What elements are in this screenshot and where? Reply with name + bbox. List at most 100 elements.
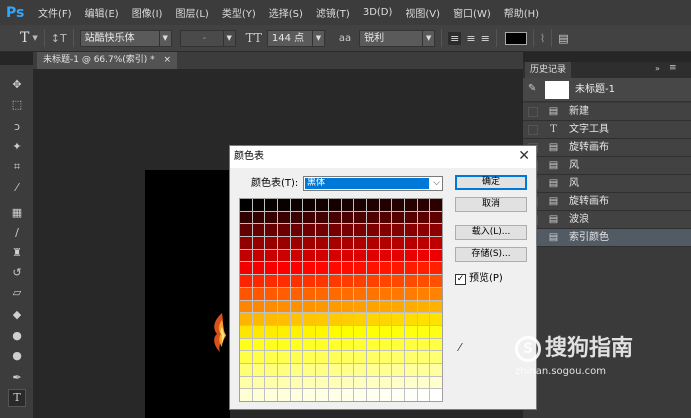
color-swatch[interactable]	[341, 211, 354, 224]
color-swatch[interactable]	[404, 199, 417, 211]
color-swatch[interactable]	[240, 237, 252, 249]
color-swatch[interactable]	[265, 211, 278, 224]
history-item[interactable]: ▤ 旋转画布	[523, 193, 691, 211]
color-swatch[interactable]	[430, 211, 442, 224]
color-swatch[interactable]	[278, 199, 290, 211]
color-swatch[interactable]	[316, 275, 328, 287]
color-swatch[interactable]	[430, 313, 442, 325]
color-swatch[interactable]	[417, 313, 430, 325]
load-button[interactable]: 载入(L)...	[455, 225, 527, 240]
color-swatch[interactable]	[328, 376, 341, 389]
color-swatch[interactable]	[278, 389, 290, 401]
color-swatch[interactable]	[366, 351, 379, 363]
color-swatch[interactable]	[392, 287, 404, 300]
color-swatch[interactable]	[240, 275, 252, 287]
color-swatch[interactable]	[316, 199, 328, 211]
color-swatch[interactable]	[430, 224, 442, 237]
history-item[interactable]: ▤ 波浪	[523, 211, 691, 229]
menu-help[interactable]: 帮助(H)	[504, 5, 539, 20]
history-item[interactable]: ▤ 新建	[523, 103, 691, 121]
color-swatch[interactable]	[290, 211, 303, 224]
color-swatch[interactable]	[341, 262, 354, 275]
menu-layer[interactable]: 图层(L)	[175, 5, 208, 20]
color-swatch[interactable]	[328, 300, 341, 313]
color-swatch[interactable]	[392, 325, 404, 338]
color-swatch[interactable]	[392, 237, 404, 249]
color-swatch[interactable]	[417, 325, 430, 338]
color-swatch[interactable]	[303, 287, 316, 300]
color-swatch[interactable]	[354, 262, 366, 275]
color-swatch[interactable]	[430, 249, 442, 262]
color-swatch[interactable]	[404, 262, 417, 275]
color-swatch[interactable]	[278, 338, 290, 351]
color-swatch[interactable]	[404, 351, 417, 363]
align-right-icon[interactable]: ≡	[481, 32, 490, 45]
color-swatch[interactable]	[328, 262, 341, 275]
color-swatch[interactable]	[366, 363, 379, 376]
history-item[interactable]: ▤ 风	[523, 175, 691, 193]
color-swatch[interactable]	[341, 237, 354, 249]
color-swatch[interactable]	[252, 237, 265, 249]
color-swatch[interactable]	[392, 249, 404, 262]
color-swatch[interactable]	[417, 287, 430, 300]
color-swatch[interactable]	[240, 338, 252, 351]
color-swatch[interactable]	[278, 313, 290, 325]
color-swatch[interactable]	[379, 287, 392, 300]
color-swatch[interactable]	[252, 287, 265, 300]
color-swatch[interactable]	[316, 325, 328, 338]
color-swatch[interactable]	[278, 237, 290, 249]
color-swatch[interactable]	[265, 275, 278, 287]
color-swatch[interactable]	[265, 199, 278, 211]
color-swatch[interactable]	[366, 249, 379, 262]
type-tool-icon[interactable]: T	[20, 30, 29, 46]
color-swatch[interactable]	[303, 224, 316, 237]
color-swatch[interactable]	[240, 224, 252, 237]
type-tool-icon[interactable]: T	[8, 389, 26, 407]
color-swatch[interactable]	[392, 313, 404, 325]
color-swatch[interactable]	[392, 338, 404, 351]
color-swatch[interactable]	[430, 300, 442, 313]
color-swatch[interactable]	[303, 211, 316, 224]
ok-button[interactable]: 确定	[455, 175, 527, 190]
brush-source-icon[interactable]: ✎	[528, 83, 536, 94]
marquee-tool-icon[interactable]: ⬚	[9, 97, 25, 113]
color-swatch[interactable]	[328, 211, 341, 224]
paint-bucket-icon[interactable]: ◆	[9, 307, 25, 323]
color-swatch[interactable]	[366, 211, 379, 224]
color-swatch[interactable]	[392, 389, 404, 401]
font-style-select[interactable]: - ▼	[179, 29, 236, 47]
color-swatch[interactable]	[240, 249, 252, 262]
color-swatch[interactable]	[404, 300, 417, 313]
color-swatch[interactable]	[252, 300, 265, 313]
color-swatch[interactable]	[366, 300, 379, 313]
color-swatch[interactable]	[354, 338, 366, 351]
color-swatch[interactable]	[278, 287, 290, 300]
panels-icon[interactable]: ▤	[558, 32, 568, 45]
color-swatch[interactable]	[404, 325, 417, 338]
color-swatch[interactable]	[290, 389, 303, 401]
color-swatch[interactable]	[417, 262, 430, 275]
color-swatch[interactable]	[379, 313, 392, 325]
color-swatch[interactable]	[265, 363, 278, 376]
color-swatch[interactable]	[240, 262, 252, 275]
color-swatch[interactable]	[316, 211, 328, 224]
color-swatch[interactable]	[265, 338, 278, 351]
color-swatch[interactable]	[366, 338, 379, 351]
color-swatch[interactable]	[366, 275, 379, 287]
color-swatch[interactable]	[328, 199, 341, 211]
color-swatch[interactable]	[316, 338, 328, 351]
color-swatch[interactable]	[303, 275, 316, 287]
color-swatch[interactable]	[354, 275, 366, 287]
color-swatch[interactable]	[328, 224, 341, 237]
color-swatch[interactable]	[354, 237, 366, 249]
text-color-swatch[interactable]	[504, 31, 527, 45]
color-swatch[interactable]	[252, 351, 265, 363]
color-swatch[interactable]	[265, 325, 278, 338]
color-swatch[interactable]	[430, 376, 442, 389]
color-swatch[interactable]	[240, 300, 252, 313]
color-swatch[interactable]	[278, 351, 290, 363]
color-swatch[interactable]	[240, 389, 252, 401]
color-table-select[interactable]: 黑体 ⌵	[303, 176, 443, 191]
color-swatch[interactable]	[303, 237, 316, 249]
color-swatch[interactable]	[430, 325, 442, 338]
